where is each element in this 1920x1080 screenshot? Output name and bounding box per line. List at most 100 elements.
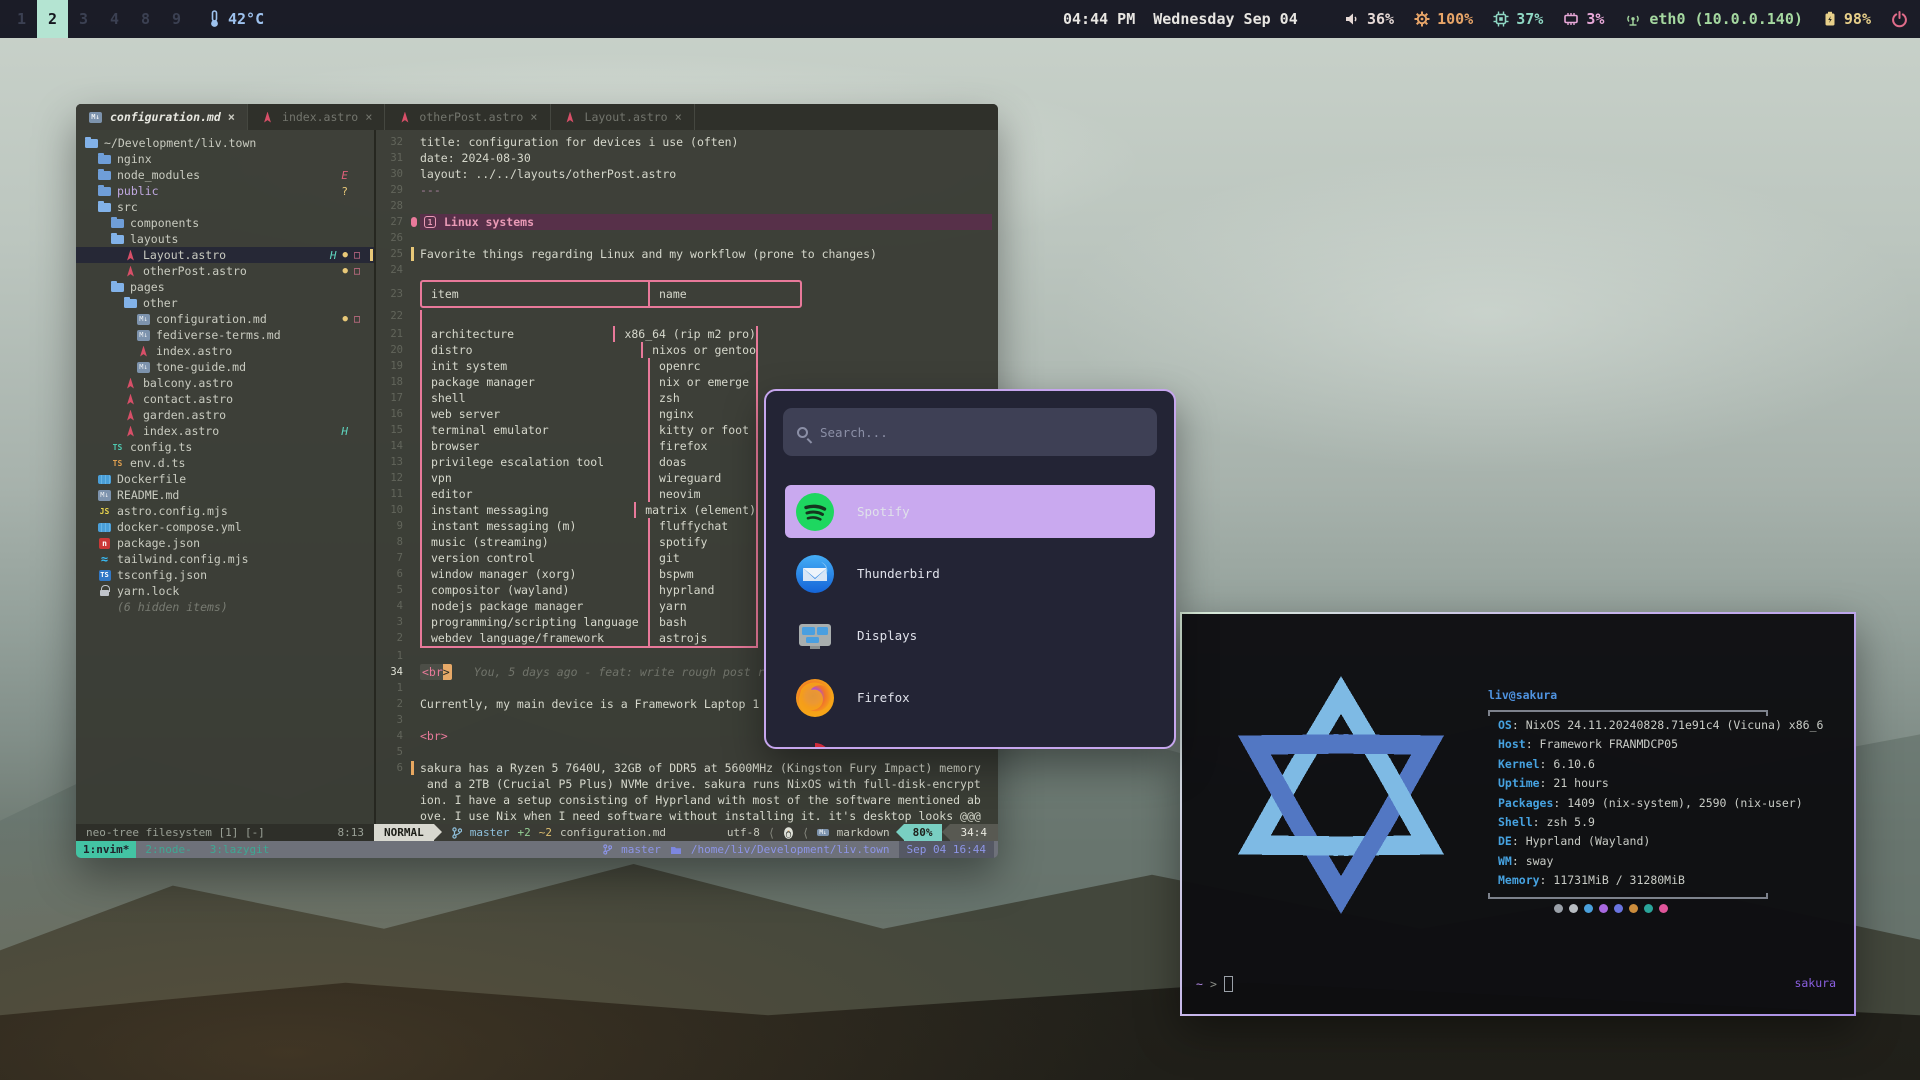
md-table-cell-name: bash bbox=[650, 615, 687, 629]
git-badge: H bbox=[341, 425, 348, 438]
md-table-row: window manager (xorg) bspwm bbox=[422, 566, 756, 582]
prompt-char: > bbox=[1210, 977, 1217, 991]
git-badge: ? bbox=[341, 185, 348, 198]
md-table-cell-name: nixos or gentoo bbox=[643, 343, 756, 357]
tree-item[interactable]: docker-compose.yml bbox=[76, 519, 374, 535]
launcher-item[interactable]: Thunderbird bbox=[785, 547, 1155, 600]
tree-item[interactable]: index.astro bbox=[76, 343, 374, 359]
buffer-tab[interactable]: Layout.astro × bbox=[551, 104, 695, 130]
close-icon[interactable]: × bbox=[530, 110, 537, 124]
git-branch-icon bbox=[603, 844, 612, 855]
tree-item[interactable]: src bbox=[76, 199, 374, 215]
tree-item[interactable]: tone-guide.md bbox=[76, 359, 374, 375]
git-badge: H bbox=[330, 249, 337, 262]
launcher-item[interactable]: Darktable Photo Workflow Software bbox=[785, 733, 1155, 749]
app-icon bbox=[795, 678, 835, 718]
buffer-line: and a 2TB (Crucial P5 Plus) NVMe drive. … bbox=[420, 777, 998, 791]
close-icon[interactable]: × bbox=[675, 110, 682, 124]
shell-prompt[interactable]: ~ > bbox=[1196, 976, 1233, 992]
fetch-field-key: Kernel bbox=[1498, 757, 1540, 771]
fetch-terminal-window[interactable]: liv@sakura OS: NixOS 24.11.20240828.71e9… bbox=[1180, 612, 1856, 1016]
tmux-window[interactable]: 3:lazygit bbox=[201, 841, 279, 858]
workspace-button[interactable]: 3 bbox=[68, 0, 99, 38]
file-icon bbox=[97, 569, 112, 581]
tree-item-name: pages bbox=[130, 280, 165, 294]
tree-item[interactable]: (6 hidden items) bbox=[76, 599, 374, 615]
tree-item[interactable]: Dockerfile bbox=[76, 471, 374, 487]
tree-item[interactable]: Layout.astro H ● □ bbox=[76, 247, 374, 263]
battery-module[interactable]: 98% bbox=[1823, 10, 1871, 28]
launcher-search[interactable]: Search... bbox=[783, 408, 1157, 456]
tree-item[interactable]: index.astro H bbox=[76, 423, 374, 439]
tree-item[interactable]: contact.astro bbox=[76, 391, 374, 407]
line-number: 13 bbox=[376, 454, 403, 470]
tree-item[interactable]: env.d.ts bbox=[76, 455, 374, 471]
md-table-cell-item: browser bbox=[422, 438, 650, 454]
close-icon[interactable]: × bbox=[365, 110, 372, 124]
tree-item[interactable]: package.json bbox=[76, 535, 374, 551]
file-icon bbox=[110, 217, 125, 229]
fetch-field: Kernel: 6.10.6 bbox=[1488, 755, 1780, 774]
fetch-field: Packages: 1409 (nix-system), 2590 (nix-u… bbox=[1488, 794, 1780, 813]
tree-item[interactable]: config.ts bbox=[76, 439, 374, 455]
md-table-row: nodejs package manager yarn bbox=[422, 598, 756, 614]
tree-item[interactable]: balcony.astro bbox=[76, 375, 374, 391]
tree-item[interactable]: other bbox=[76, 295, 374, 311]
file-icon bbox=[136, 345, 151, 357]
network-module[interactable]: eth0 (10.0.0.140) bbox=[1624, 10, 1803, 28]
launcher-item[interactable]: Spotify bbox=[785, 485, 1155, 538]
workspace-button[interactable]: 8 bbox=[130, 0, 161, 38]
line-number: 19 bbox=[376, 358, 403, 374]
workspace-button[interactable]: 1 bbox=[6, 0, 37, 38]
markdown-icon: M↓ bbox=[817, 829, 828, 836]
tree-item[interactable]: configuration.md ● □ bbox=[76, 311, 374, 327]
line-number: 2 bbox=[376, 698, 410, 710]
workspace-button[interactable]: 4 bbox=[99, 0, 130, 38]
tree-item[interactable]: public ? bbox=[76, 183, 374, 199]
tree-item[interactable]: components bbox=[76, 215, 374, 231]
tree-item[interactable]: fediverse-terms.md bbox=[76, 327, 374, 343]
file-icon bbox=[84, 137, 99, 149]
tree-item[interactable]: nginx bbox=[76, 151, 374, 167]
neo-tree-panel: ~/Development/liv.town nginx bbox=[76, 130, 374, 824]
buffer-tab[interactable]: index.astro × bbox=[248, 104, 385, 130]
launcher-item[interactable]: Displays bbox=[785, 609, 1155, 662]
memory-module[interactable]: 3% bbox=[1563, 10, 1604, 28]
close-icon[interactable]: × bbox=[228, 110, 235, 124]
tree-item[interactable]: tailwind.config.mjs bbox=[76, 551, 374, 567]
line-number: 1 bbox=[376, 650, 410, 662]
tree-item[interactable]: node_modules E bbox=[76, 167, 374, 183]
cpu-module[interactable]: 37% bbox=[1493, 10, 1543, 28]
tmux-window-active[interactable]: 1:nvim* bbox=[76, 841, 136, 858]
md-table-cell-item: version control bbox=[422, 550, 650, 566]
palette-dot bbox=[1584, 904, 1593, 913]
tree-item[interactable]: pages bbox=[76, 279, 374, 295]
file-icon bbox=[136, 329, 151, 341]
workspace-button[interactable]: 2 bbox=[37, 0, 68, 38]
volume-module[interactable]: 36% bbox=[1344, 10, 1394, 28]
md-table-cell-item: shell bbox=[422, 390, 650, 406]
md-table-row: vpn wireguard bbox=[422, 470, 756, 486]
tree-item[interactable]: garden.astro bbox=[76, 407, 374, 423]
app-launcher[interactable]: Search... Spotify Thunderbird Displays F… bbox=[764, 389, 1176, 749]
tree-item[interactable]: README.md bbox=[76, 487, 374, 503]
fetch-field-value: : 11731MiB / 31280MiB bbox=[1540, 873, 1685, 887]
tmux-window[interactable]: 2:node- bbox=[136, 841, 200, 858]
md-table-row: architecture x86_64 (rip m2 pro) bbox=[422, 326, 756, 342]
brightness-module[interactable]: 100% bbox=[1414, 10, 1473, 28]
tree-item[interactable]: tsconfig.json bbox=[76, 567, 374, 583]
tree-item[interactable]: layouts bbox=[76, 231, 374, 247]
workspace-button[interactable]: 9 bbox=[161, 0, 192, 38]
tree-item[interactable]: otherPost.astro ● □ bbox=[76, 263, 374, 279]
tree-item-name: other bbox=[143, 296, 178, 310]
buffer-tab[interactable]: otherPost.astro × bbox=[385, 104, 550, 130]
launcher-item[interactable]: Firefox bbox=[785, 671, 1155, 724]
tree-item-name: tailwind.config.mjs bbox=[117, 552, 249, 566]
buffer-tab[interactable]: configuration.md × bbox=[76, 104, 248, 130]
tree-item[interactable]: astro.config.mjs bbox=[76, 503, 374, 519]
power-button[interactable] bbox=[1891, 11, 1908, 28]
heading-sign bbox=[411, 217, 417, 227]
tree-item[interactable]: yarn.lock bbox=[76, 583, 374, 599]
tree-item[interactable]: ~/Development/liv.town bbox=[76, 135, 374, 151]
tree-item-name: package.json bbox=[117, 536, 200, 550]
